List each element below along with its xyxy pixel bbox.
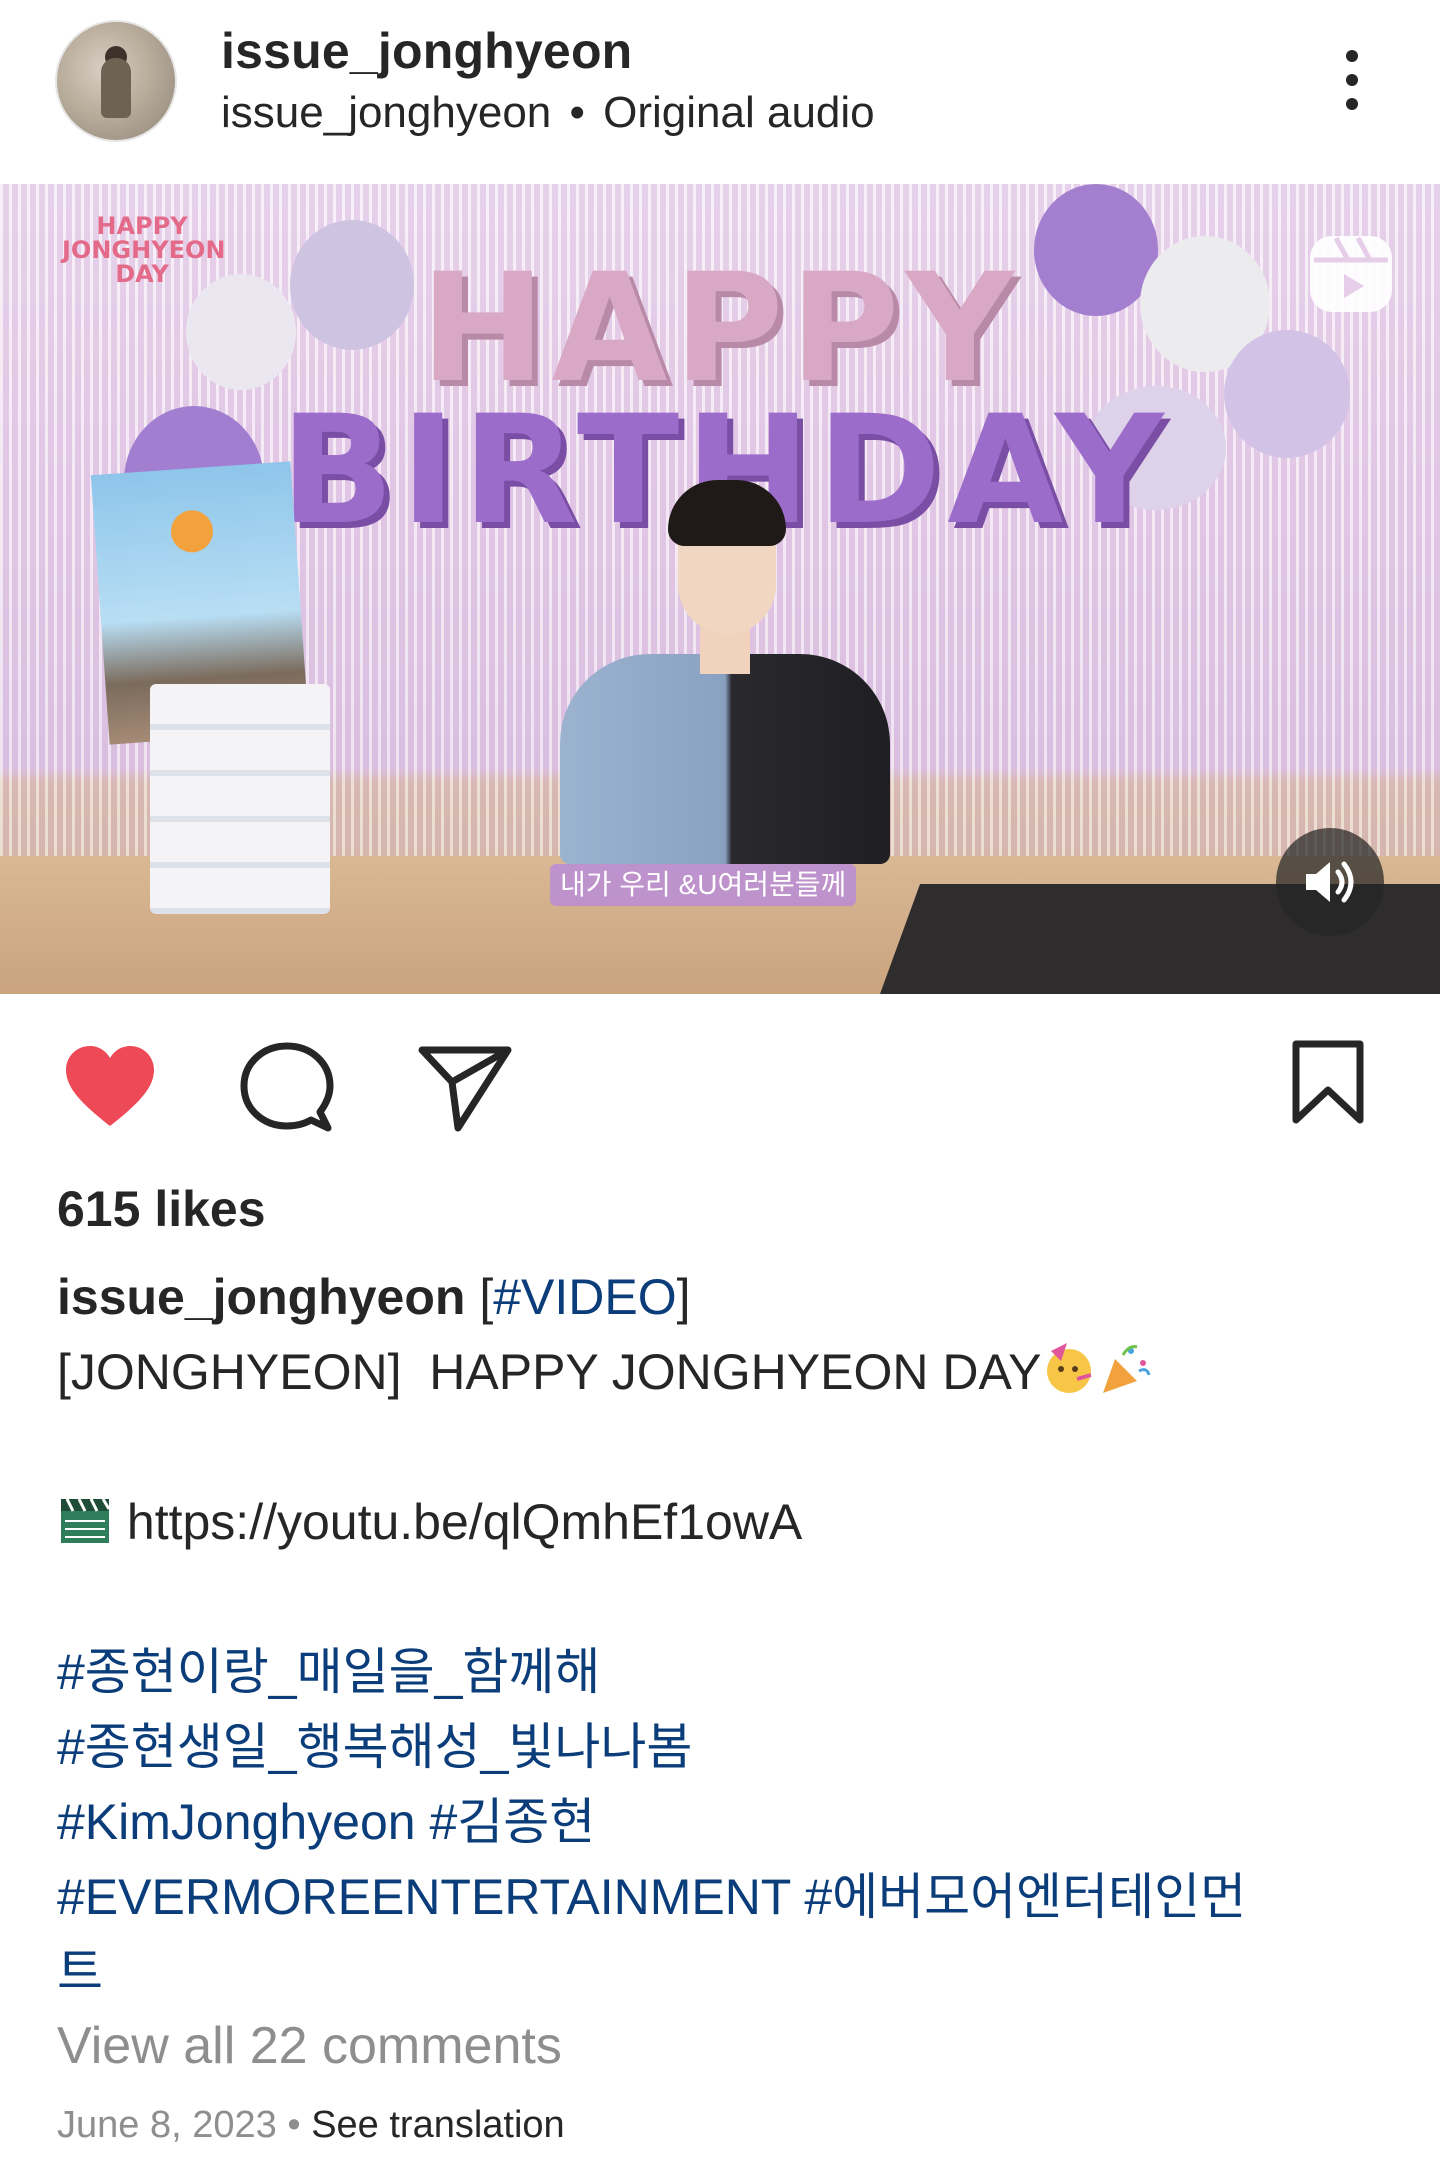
caption-bracket-open: [ [479,1269,494,1325]
video-subtitle: 내가 우리 &U여러분들께 [550,864,857,906]
hashtag-line: #EVERMOREENTERTAINMENT #에버모어엔터테인먼 [57,1860,1397,1935]
clapper-board-emoji [61,1498,111,1543]
meta-dot: • [287,2104,301,2146]
header-username[interactable]: issue_jonghyeon [221,22,632,80]
hashtag-kim-korean[interactable]: #김종현 [429,1794,595,1850]
header-subline: issue_jonghyeon • Original audio [221,88,875,138]
balloon [186,274,296,390]
hashtag-line[interactable]: #종현생일_행복해성_빛나나봄 [57,1710,1397,1785]
hashtag-line: #KimJonghyeon #김종현 [57,1785,1397,1860]
caption-username[interactable]: issue_jonghyeon [57,1269,465,1325]
more-options-button[interactable] [1326,44,1378,116]
post-header: issue_jonghyeon issue_jonghyeon • Origin… [0,0,1440,184]
hashtag-line[interactable]: #종현이랑_매일을_함께해 [57,1635,1397,1710]
sun-shape [169,508,215,554]
send-icon [418,1046,512,1132]
sub-username[interactable]: issue_jonghyeon [221,88,551,137]
avatar[interactable] [55,20,177,142]
party-popper-emoji [1103,1345,1151,1393]
bookmark-icon [1292,1040,1364,1124]
banner-logo: HAPPY JONGHYEON DAY [62,212,226,288]
save-button[interactable] [1290,1040,1366,1131]
comment-button[interactable] [240,1042,334,1139]
audio-label[interactable]: Original audio [603,88,875,137]
comment-icon [240,1042,334,1132]
likes-count[interactable]: 615 likes [57,1180,266,1238]
caption-bracket-close: ] [676,1269,691,1325]
hashtag-continuation[interactable]: 트 [57,1935,1397,2010]
banner-line: HAPPY [96,212,188,240]
youtube-link[interactable]: https://youtu.be/qlQmhEf1owA [127,1494,802,1550]
post-caption: issue_jonghyeon [#VIDEO] [JONGHYEON] HAP… [57,1260,1397,2010]
hashtag-kimjonghyeon[interactable]: #KimJonghyeon [57,1794,416,1850]
speaker-on-icon [1306,861,1354,903]
partying-face-emoji [1047,1343,1093,1393]
more-dot [1346,98,1358,110]
caption-title: [JONGHYEON] HAPPY JONGHYEON DAY [57,1344,1042,1400]
caption-line-1: issue_jonghyeon [#VIDEO] [57,1260,1397,1335]
reel-video[interactable]: HAPPY BIRTHDAY HAPPY JONGHYEON DAY 내가 우리… [0,184,1440,994]
banner-line: JONGHYEON [62,236,226,264]
more-vertical-icon [1346,50,1358,62]
audio-toggle-button[interactable] [1276,828,1384,936]
balloon [290,220,414,350]
separator-dot: • [569,88,585,137]
cup-stacks [150,684,330,914]
heart-filled-icon [66,1046,154,1126]
balloon [1224,330,1350,458]
caption-link-line: https://youtu.be/qlQmhEf1owA [57,1485,1397,1560]
action-bar [0,1030,1440,1140]
see-translation-link[interactable]: See translation [311,2104,565,2146]
reels-icon [1306,228,1396,318]
more-dot [1346,74,1358,86]
avatar-figure [101,58,131,118]
hashtag-video[interactable]: #VIDEO [493,1269,676,1325]
post-date: June 8, 2023 [57,2104,277,2146]
hashtag-evermore[interactable]: #EVERMOREENTERTAINMENT [57,1869,790,1925]
share-button[interactable] [418,1044,512,1137]
hashtag-evermore-korean[interactable]: #에버모어엔터테인먼 [804,1869,1246,1925]
caption-title-line: [JONGHYEON] HAPPY JONGHYEON DAY [57,1335,1397,1410]
person-body [560,654,890,864]
like-button[interactable] [62,1044,158,1135]
view-comments-link[interactable]: View all 22 comments [57,2016,562,2076]
post-meta: June 8, 2023 • See translation [57,2104,565,2147]
banner-line: DAY [115,260,169,288]
